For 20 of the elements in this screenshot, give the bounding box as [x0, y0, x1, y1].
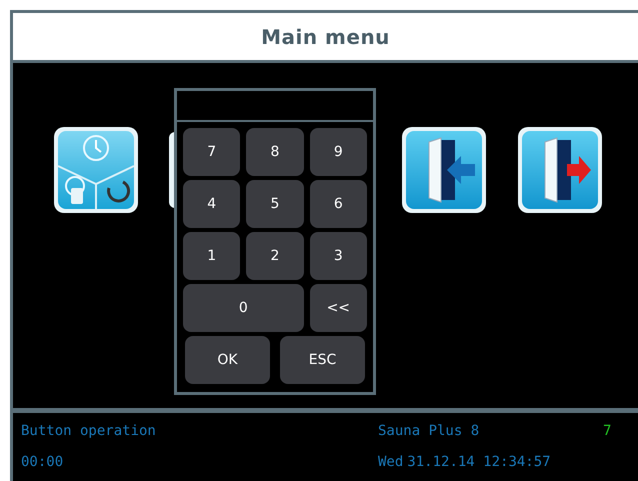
mode-text: Button operation [21, 422, 157, 441]
timer-text: 00:00 [21, 453, 64, 472]
keypad-key[interactable]: 7 [183, 128, 240, 176]
keypad-key[interactable]: 0 [183, 284, 304, 332]
keypad-key[interactable]: 6 [310, 180, 367, 228]
keypad-key[interactable]: 3 [310, 232, 367, 280]
keypad-key[interactable]: 8 [246, 128, 304, 176]
device-name: Sauna Plus 8 [378, 422, 480, 441]
keypad-key[interactable]: 2 [246, 232, 304, 280]
keypad-key[interactable]: 5 [246, 180, 304, 228]
day-text: Wed [378, 453, 404, 472]
date-time: 31.12.14 12:34:57 [407, 453, 551, 472]
status-indicator: 7 [603, 422, 612, 441]
keypad-key[interactable]: 4 [183, 180, 240, 228]
keypad-key[interactable]: OK [185, 336, 270, 384]
keypad-key[interactable]: ESC [280, 336, 365, 384]
keypad-key[interactable]: 1 [183, 232, 240, 280]
keypad-key[interactable]: 9 [310, 128, 367, 176]
window-title: Main menu [261, 24, 390, 50]
keypad-key[interactable]: << [310, 284, 367, 332]
